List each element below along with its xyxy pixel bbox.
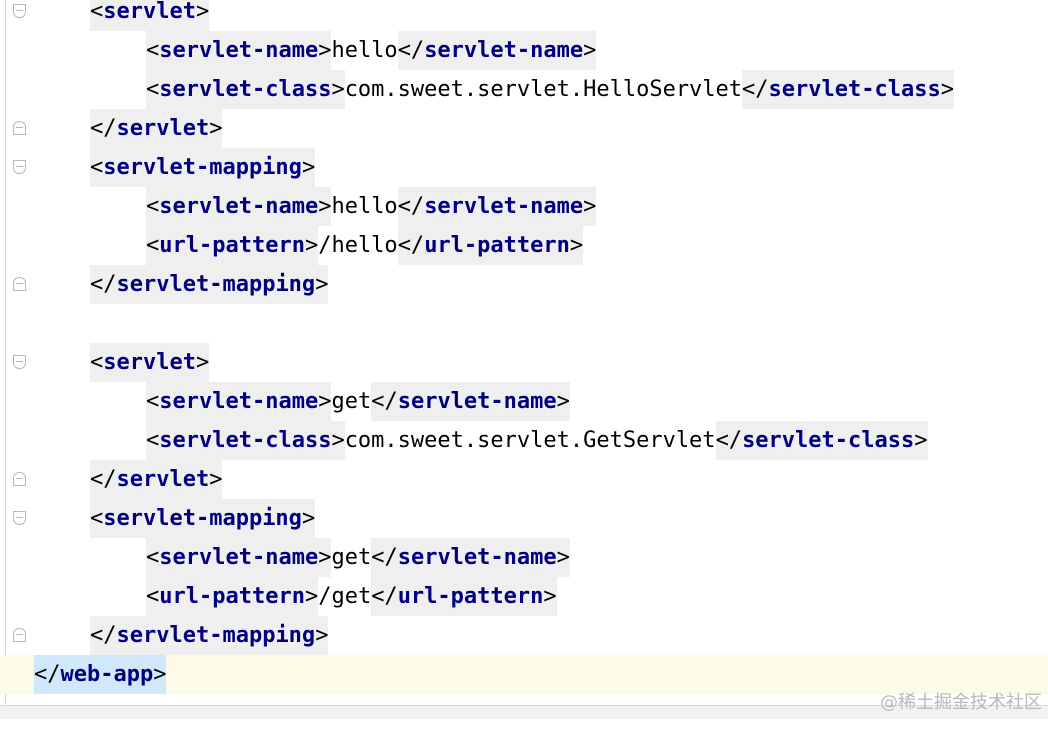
code-line[interactable]: <url-pattern>/get</url-pattern> (0, 577, 1048, 616)
xml-tag-name: servlet-name (159, 194, 319, 219)
code-line[interactable]: <servlet-name>hello</servlet-name> (0, 187, 1048, 226)
xml-tag-name: servlet (116, 116, 210, 141)
xml-tag-name: servlet-name (397, 389, 557, 414)
xml-tag-name: servlet (103, 0, 196, 24)
xml-tag-name: servlet-name (159, 389, 319, 414)
code-line[interactable]: </servlet-mapping> (0, 265, 1048, 304)
code-line[interactable]: <servlet-name>get</servlet-name> (0, 382, 1048, 421)
xml-tag-name: servlet-class (159, 428, 332, 453)
xml-tag-name: servlet-name (424, 38, 584, 63)
xml-tag-name: servlet (116, 467, 210, 492)
code-line[interactable]: <servlet> (0, 343, 1048, 382)
code-line[interactable]: <url-pattern>/hello</url-pattern> (0, 226, 1048, 265)
xml-tag-name: url-pattern (424, 233, 570, 258)
xml-text: com.sweet.servlet.GetServlet (344, 428, 716, 453)
xml-tag-name: servlet-name (159, 545, 319, 570)
xml-tag-name: servlet-name (424, 194, 584, 219)
tag-bracket: < (90, 0, 104, 24)
code-line[interactable]: <servlet-name>hello</servlet-name> (0, 31, 1048, 70)
xml-text: get (331, 389, 372, 414)
xml-text: /get (318, 584, 372, 609)
xml-tag-name: web-app (60, 662, 154, 687)
xml-tag-name: servlet-class (742, 428, 915, 453)
code-line[interactable] (0, 304, 1048, 343)
xml-tag-name: url-pattern (159, 584, 305, 609)
code-line[interactable]: </servlet-mapping> (0, 616, 1048, 655)
code-line[interactable]: <servlet-name>get</servlet-name> (0, 538, 1048, 577)
watermark: @稀土掘金技术社区 (880, 692, 1042, 713)
xml-tag-name: url-pattern (159, 233, 305, 258)
xml-tag-name: url-pattern (397, 584, 544, 609)
xml-tag-name: servlet-name (159, 38, 319, 63)
code-line[interactable]: <servlet-mapping> (0, 148, 1048, 187)
xml-tag-name: servlet-mapping (103, 155, 302, 180)
matched-tag-highlight: </web-app> (34, 655, 167, 694)
xml-text: hello (331, 194, 398, 219)
xml-text: hello (331, 38, 398, 63)
xml-tag-name: servlet-mapping (103, 506, 302, 531)
xml-text: get (331, 545, 372, 570)
xml-tag-name: servlet-class (768, 77, 941, 102)
code-line[interactable]: <servlet-class>com.sweet.servlet.GetServ… (0, 421, 1048, 460)
code-line[interactable]: </servlet> (0, 109, 1048, 148)
xml-tag-name: servlet-name (397, 545, 557, 570)
xml-text: /hello (318, 233, 398, 258)
xml-tag-name: servlet-mapping (116, 272, 316, 297)
code-line[interactable]: </servlet> (0, 460, 1048, 499)
xml-tag-name: servlet-class (159, 77, 332, 102)
xml-tag-name: servlet-mapping (116, 623, 316, 648)
xml-tag-name: servlet (103, 350, 196, 375)
tag-bracket: > (195, 0, 210, 24)
code-line[interactable]: <servlet-class>com.sweet.servlet.HelloSe… (0, 70, 1048, 109)
code-line[interactable]: <servlet> (0, 0, 1048, 31)
code-line[interactable]: <servlet-mapping> (0, 499, 1048, 538)
xml-text: com.sweet.servlet.HelloServlet (344, 77, 743, 102)
